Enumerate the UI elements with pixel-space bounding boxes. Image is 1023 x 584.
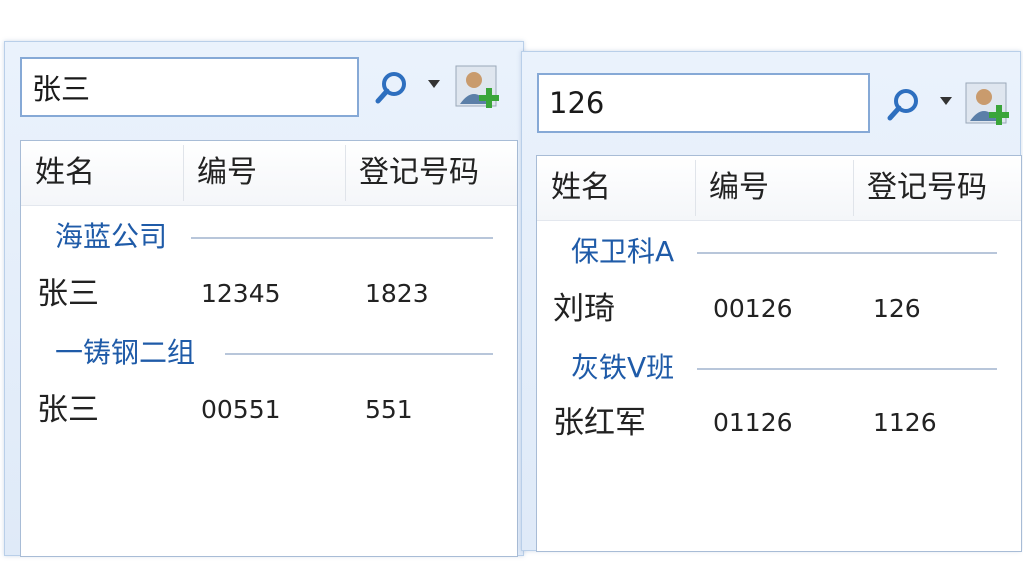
cell-registration: 1823: [365, 279, 429, 308]
cell-registration: 1126: [873, 408, 937, 437]
group-divider: [191, 237, 493, 239]
list-header: 姓名 编号 登记号码: [537, 156, 1021, 221]
add-contact-icon[interactable]: [964, 81, 1014, 129]
column-header-name[interactable]: 姓名: [537, 156, 695, 220]
list-item[interactable]: 刘琦 00126 126: [537, 282, 1021, 336]
column-header-id[interactable]: 编号: [695, 156, 853, 220]
column-header-registration[interactable]: 登记号码: [345, 141, 517, 205]
cell-id: 00551: [201, 395, 281, 424]
cell-name: 刘琦: [553, 291, 615, 327]
contact-search-panel-right: 姓名 编号 登记号码 保卫科A 刘琦 00126 126 灰铁V班 张红军 01…: [521, 51, 1022, 552]
group-divider: [697, 252, 997, 254]
group-header: 海蓝公司: [21, 215, 517, 259]
group-divider: [697, 368, 997, 370]
list-item[interactable]: 张三 12345 1823: [21, 267, 517, 321]
cell-registration: 551: [365, 395, 413, 424]
group-header: 保卫科A: [537, 230, 1021, 274]
result-list: 姓名 编号 登记号码 保卫科A 刘琦 00126 126 灰铁V班 张红军 01…: [536, 155, 1022, 552]
add-contact-icon[interactable]: [454, 64, 504, 112]
search-input[interactable]: [20, 57, 359, 117]
search-input[interactable]: [537, 73, 870, 133]
cell-name: 张红军: [553, 405, 646, 441]
group-title: 海蓝公司: [55, 215, 180, 259]
column-header-registration[interactable]: 登记号码: [853, 156, 1021, 220]
cell-id: 12345: [201, 279, 281, 308]
cell-id: 00126: [713, 294, 793, 323]
contact-search-panel-left: 姓名 编号 登记号码 海蓝公司 张三 12345 1823 一铸钢二组 张三 0…: [4, 41, 524, 557]
search-icon[interactable]: [372, 68, 412, 108]
cell-name: 张三: [37, 392, 99, 428]
cell-id: 01126: [713, 408, 793, 437]
group-title: 灰铁V班: [571, 346, 687, 390]
group-divider: [225, 353, 493, 355]
search-icon[interactable]: [884, 85, 924, 125]
group-title: 一铸钢二组: [55, 331, 208, 375]
column-header-id[interactable]: 编号: [183, 141, 345, 205]
column-header-name[interactable]: 姓名: [21, 141, 183, 205]
search-toolbar: [5, 42, 523, 132]
cell-name: 张三: [37, 276, 99, 312]
dropdown-arrow-icon[interactable]: [938, 95, 954, 107]
result-list: 姓名 编号 登记号码 海蓝公司 张三 12345 1823 一铸钢二组 张三 0…: [20, 140, 518, 557]
dropdown-arrow-icon[interactable]: [426, 78, 442, 90]
group-title: 保卫科A: [571, 230, 687, 274]
list-item[interactable]: 张三 00551 551: [21, 383, 517, 437]
group-header: 灰铁V班: [537, 346, 1021, 390]
search-toolbar: [522, 52, 1020, 142]
list-header: 姓名 编号 登记号码: [21, 141, 517, 206]
group-header: 一铸钢二组: [21, 331, 517, 375]
cell-registration: 126: [873, 294, 921, 323]
list-item[interactable]: 张红军 01126 1126: [537, 396, 1021, 450]
